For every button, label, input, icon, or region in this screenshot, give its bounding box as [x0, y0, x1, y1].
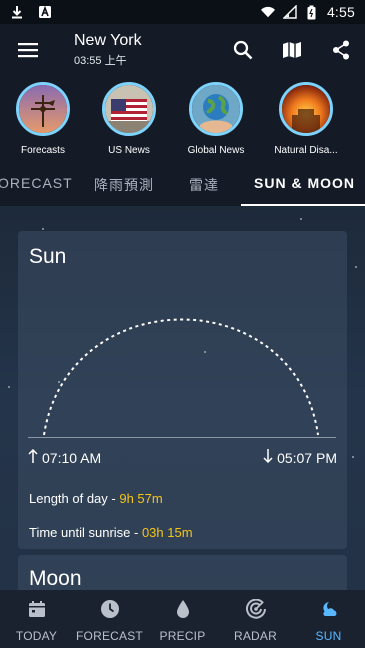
news-label: Forecasts — [21, 145, 65, 156]
raindrop-icon — [172, 598, 194, 620]
news-label: US News — [108, 145, 150, 156]
sunrise-value: 07:10 AM — [42, 449, 102, 466]
sunset-time: 05:07 PM — [263, 449, 337, 466]
tab-sun-and-moon[interactable]: SUN & MOON — [254, 175, 355, 191]
clock-icon — [99, 598, 121, 620]
map-icon — [282, 40, 302, 65]
tab-bar: ORECAST 降雨預測 雷達 SUN & MOON — [0, 164, 365, 206]
star-decoration — [58, 381, 60, 383]
nav-label: RADAR — [233, 629, 277, 643]
tab-forecast[interactable]: ORECAST — [0, 175, 73, 191]
status-time: 4:55 — [326, 4, 355, 20]
length-of-day-value: 9h 57m — [119, 491, 163, 506]
tab-precip-forecast[interactable]: 降雨預測 — [94, 175, 154, 195]
nav-radar[interactable]: RADAR — [219, 590, 292, 648]
globe-thumbnail — [189, 82, 243, 136]
news-item-us-news[interactable]: US News — [85, 82, 173, 156]
radar-icon — [245, 598, 267, 620]
app-bar: New York 03:55 上午 — [0, 24, 365, 80]
sunset-value: 05:07 PM — [277, 449, 337, 466]
time-until-sunrise-label: Time until sunrise - — [29, 525, 142, 540]
wifi-icon — [260, 5, 275, 19]
calendar-icon — [26, 598, 48, 620]
sun-moon-content[interactable]: Sun 07:10 AM 05:07 PM Length of day - 9h… — [0, 206, 365, 590]
sun-path-arc — [43, 318, 319, 436]
hamburger-icon — [18, 42, 38, 63]
share-icon — [332, 40, 350, 65]
length-of-day: Length of day - 9h 57m — [29, 491, 163, 506]
menu-button[interactable] — [0, 24, 56, 80]
news-item-natural-disasters[interactable]: Natural Disa... — [262, 82, 350, 156]
star-decoration — [8, 386, 10, 388]
battery-icon — [305, 5, 319, 19]
moon-cloud-icon — [318, 598, 340, 620]
news-item-forecasts[interactable]: Forecasts — [0, 82, 87, 156]
local-time: 03:55 上午 — [74, 55, 127, 67]
moon-card: Moon — [18, 555, 347, 590]
nav-today[interactable]: TODAY — [0, 590, 73, 648]
status-bar: 4:55 — [0, 0, 365, 24]
search-icon — [233, 40, 253, 65]
news-label: Global News — [187, 145, 245, 156]
sunrise-time: 07:10 AM — [28, 448, 102, 466]
nav-sun[interactable]: SUN — [292, 590, 365, 648]
weathervane-thumbnail — [16, 82, 70, 136]
download-icon — [10, 5, 24, 19]
star-decoration — [204, 351, 206, 353]
app-notification-icon — [38, 5, 52, 19]
map-button[interactable] — [267, 24, 316, 80]
star-decoration — [300, 218, 302, 220]
bottom-navigation: TODAY FORECAST PRECIP RADAR SUN — [0, 590, 365, 648]
nav-label: TODAY — [15, 629, 58, 643]
search-button[interactable] — [218, 24, 267, 80]
time-until-sunrise-value: 03h 15m — [141, 525, 193, 540]
arrow-down-icon — [263, 449, 273, 466]
horizon-line — [28, 437, 336, 438]
nav-forecast[interactable]: FORECAST — [73, 590, 146, 648]
city-name: New York — [74, 32, 142, 49]
share-button[interactable] — [316, 24, 365, 80]
nav-label: SUN — [315, 629, 342, 643]
sun-card: Sun 07:10 AM 05:07 PM Length of day - 9h… — [18, 231, 347, 549]
arrow-up-icon — [28, 448, 38, 466]
tab-radar[interactable]: 雷達 — [189, 175, 219, 195]
fire-thumbnail — [279, 82, 333, 136]
location-title[interactable]: New York 03:55 上午 — [74, 32, 142, 68]
moon-title: Moon — [29, 567, 82, 590]
nav-label: PRECIP — [159, 629, 206, 643]
star-decoration — [352, 456, 354, 458]
time-until-sunrise: Time until sunrise - 03h 15m — [29, 525, 193, 540]
news-label: Natural Disa... — [274, 145, 338, 156]
length-of-day-label: Length of day - — [29, 491, 120, 506]
us-flag-thumbnail — [102, 82, 156, 136]
star-decoration — [42, 228, 44, 230]
news-strip: Forecasts US News Global News Natural Di… — [0, 80, 365, 164]
nav-precip[interactable]: PRECIP — [146, 590, 219, 648]
news-item-global-news[interactable]: Global News — [172, 82, 260, 156]
signal-icon — [282, 5, 297, 19]
star-decoration — [355, 266, 357, 268]
nav-label: FORECAST — [76, 629, 143, 643]
